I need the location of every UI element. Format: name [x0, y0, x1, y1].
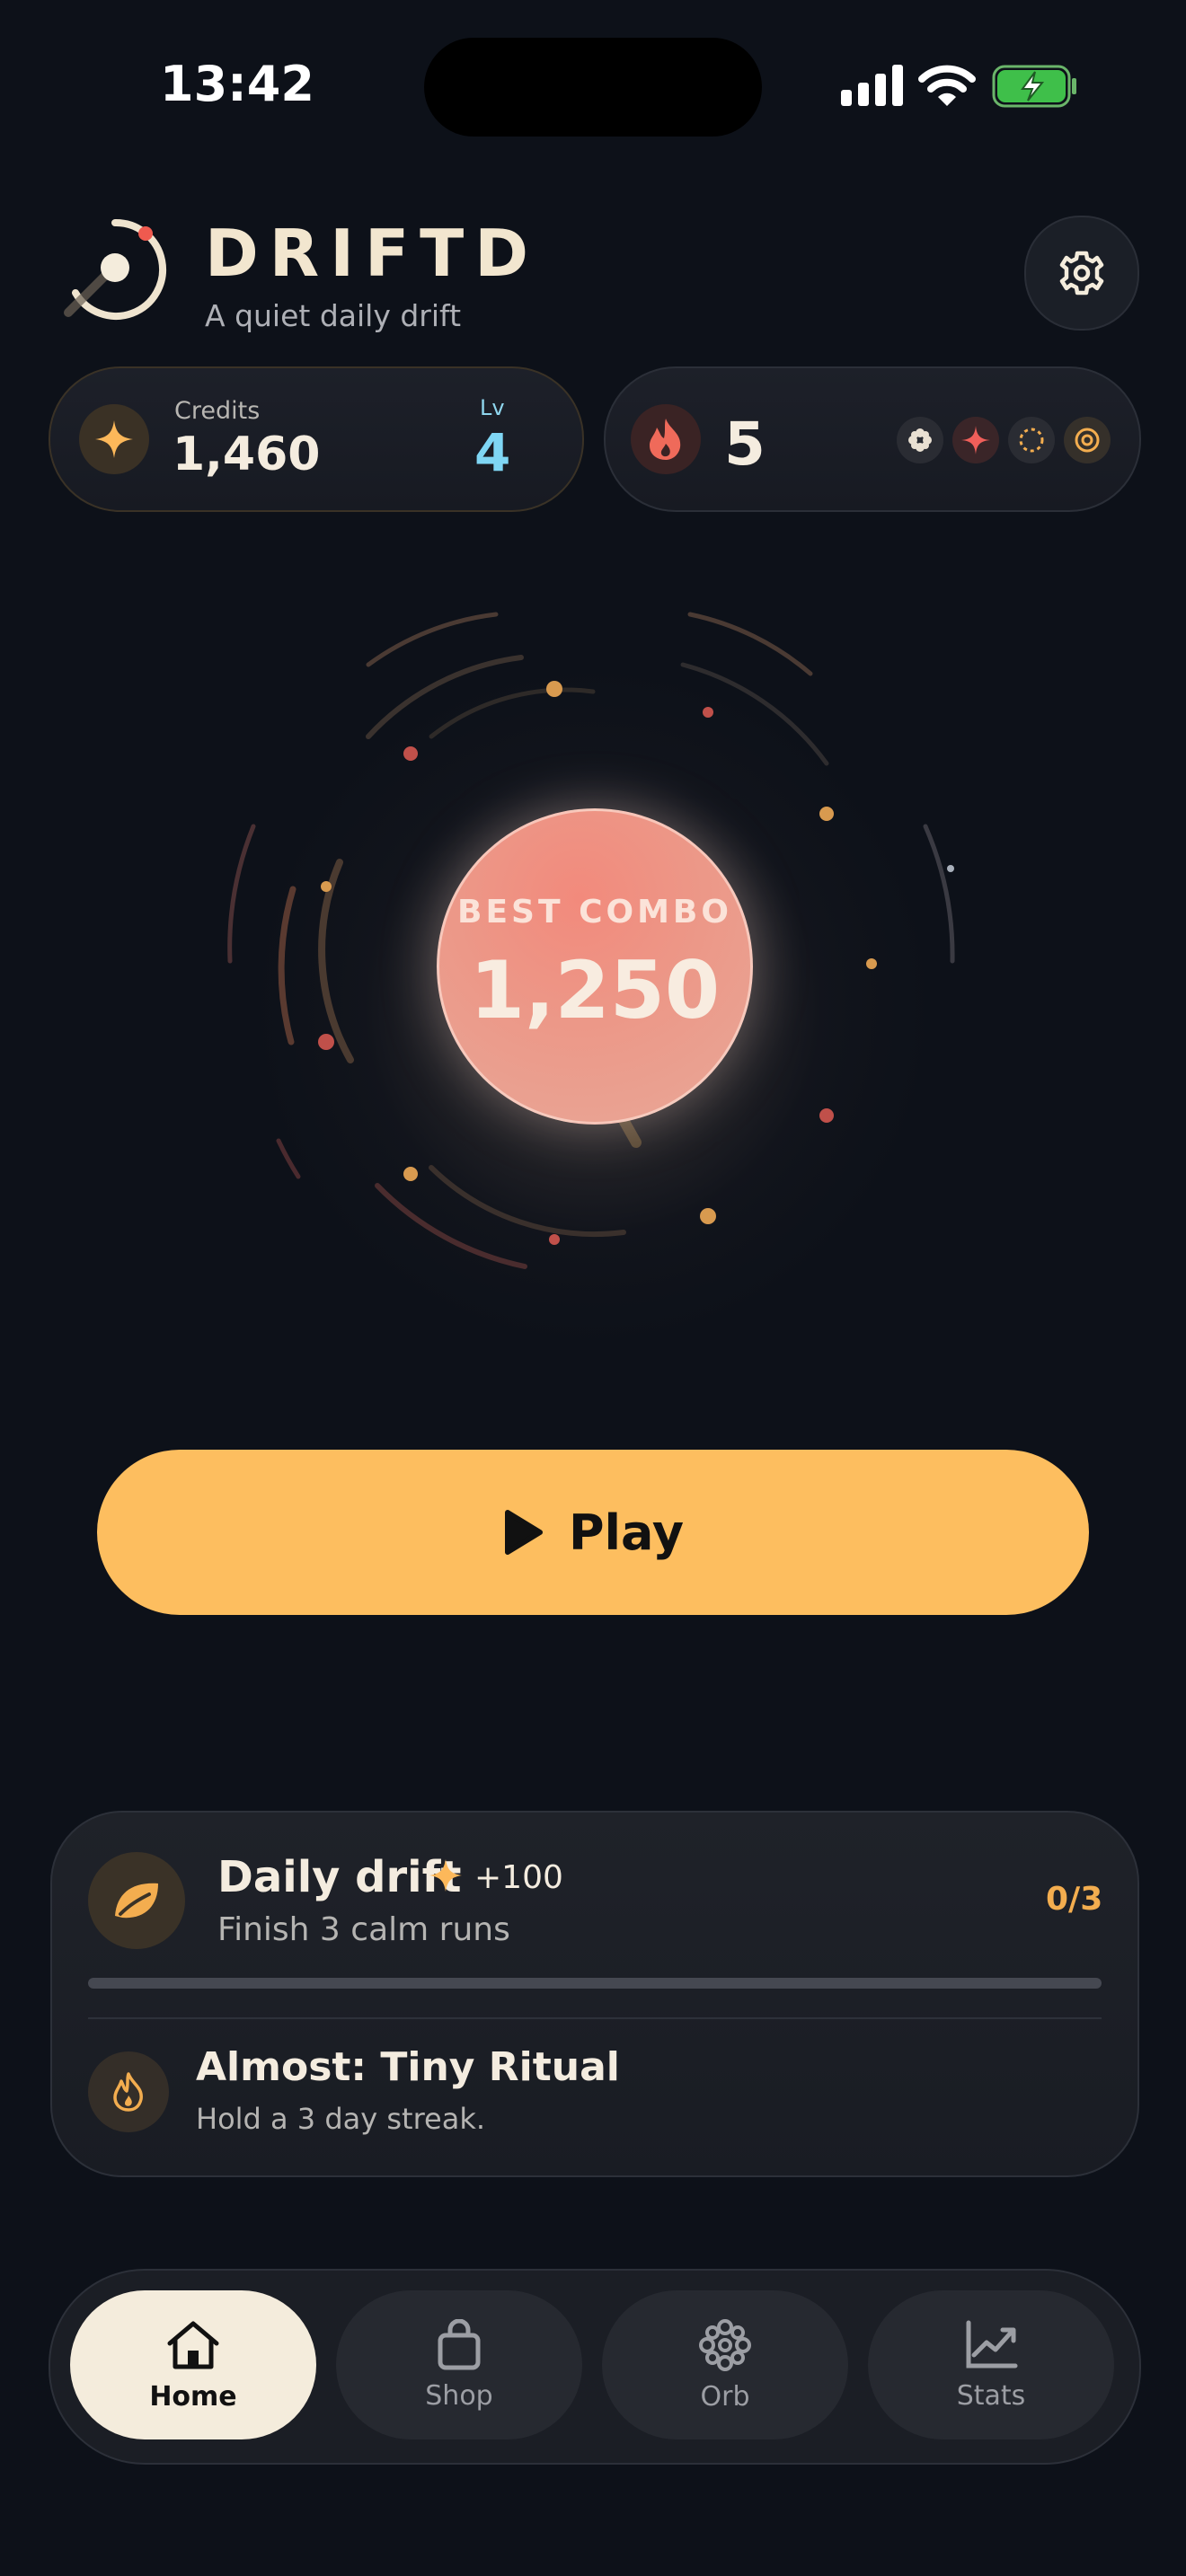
play-icon [504, 1510, 543, 1555]
dynamic-island [424, 38, 762, 137]
best-combo-label: BEST COMBO [457, 894, 732, 931]
tab-bar: Home Shop Orb Stats [49, 2269, 1141, 2465]
daily-reward: +100 [474, 1859, 563, 1896]
leaf-icon-badge [88, 1852, 185, 1949]
sparkle-badge-icon [952, 417, 999, 463]
daily-progress-bar [88, 1978, 1102, 1989]
streak-icon-badge [631, 404, 701, 474]
tab-home-label: Home [149, 2380, 237, 2413]
sparkle-icon [429, 1859, 462, 1892]
ring-dashed-badge-icon [1008, 417, 1055, 463]
tab-orb-label: Orb [700, 2380, 750, 2413]
credits-card[interactable]: Credits 1,460 Lv 4 [49, 366, 584, 512]
tab-orb[interactable]: Orb [602, 2290, 848, 2439]
streak-card[interactable]: 5 [604, 366, 1141, 512]
credits-icon-badge [79, 404, 149, 474]
tab-home[interactable]: Home [70, 2290, 316, 2439]
cellular-signal-icon [841, 65, 903, 106]
level-value: 4 [474, 422, 511, 483]
app-logo-icon [64, 218, 167, 320]
daily-title: Daily drift [217, 1852, 462, 1902]
daily-progress-text: 0/3 [1046, 1881, 1103, 1918]
leaf-icon [115, 1883, 158, 1919]
app-title: DRIFTD [205, 216, 540, 291]
streak-value: 5 [724, 410, 766, 479]
best-combo-value: 1,250 [469, 944, 721, 1037]
ritual-icon-badge [88, 2051, 169, 2132]
settings-button[interactable] [1024, 216, 1139, 331]
next-achievement-title: Almost: Tiny Ritual [196, 2044, 620, 2090]
chart-icon [966, 2320, 1018, 2368]
target-badge-icon [1064, 417, 1111, 463]
tab-stats-label: Stats [956, 2379, 1026, 2412]
tab-stats[interactable]: Stats [868, 2290, 1114, 2439]
flame-icon [650, 419, 681, 460]
daily-challenge-card[interactable]: Daily drift +100 Finish 3 calm runs 0/3 … [50, 1811, 1139, 2177]
play-button[interactable]: Play [97, 1450, 1089, 1615]
tab-shop-label: Shop [425, 2379, 493, 2412]
level-label: Lv [480, 395, 505, 420]
flower-badge-icon [897, 417, 943, 463]
play-label: Play [568, 1504, 685, 1561]
daily-description: Finish 3 calm runs [217, 1911, 510, 1948]
best-combo-orb[interactable]: BEST COMBO 1,250 [437, 808, 753, 1125]
sparkle-icon [95, 420, 133, 458]
credits-label: Credits [174, 397, 261, 425]
next-achievement-description: Hold a 3 day streak. [196, 2102, 486, 2136]
app-subtitle: A quiet daily drift [205, 298, 462, 333]
battery-charging-icon [992, 65, 1076, 108]
flame-outline-icon [113, 2072, 143, 2112]
tab-shop[interactable]: Shop [336, 2290, 582, 2439]
bag-icon [438, 2318, 481, 2369]
orb-icon [699, 2318, 751, 2371]
divider [88, 2017, 1102, 2019]
credits-value: 1,460 [173, 428, 321, 481]
wifi-icon [918, 65, 976, 106]
gear-icon [1059, 251, 1104, 296]
home-icon [167, 2321, 219, 2369]
status-time: 13:42 [160, 56, 314, 112]
